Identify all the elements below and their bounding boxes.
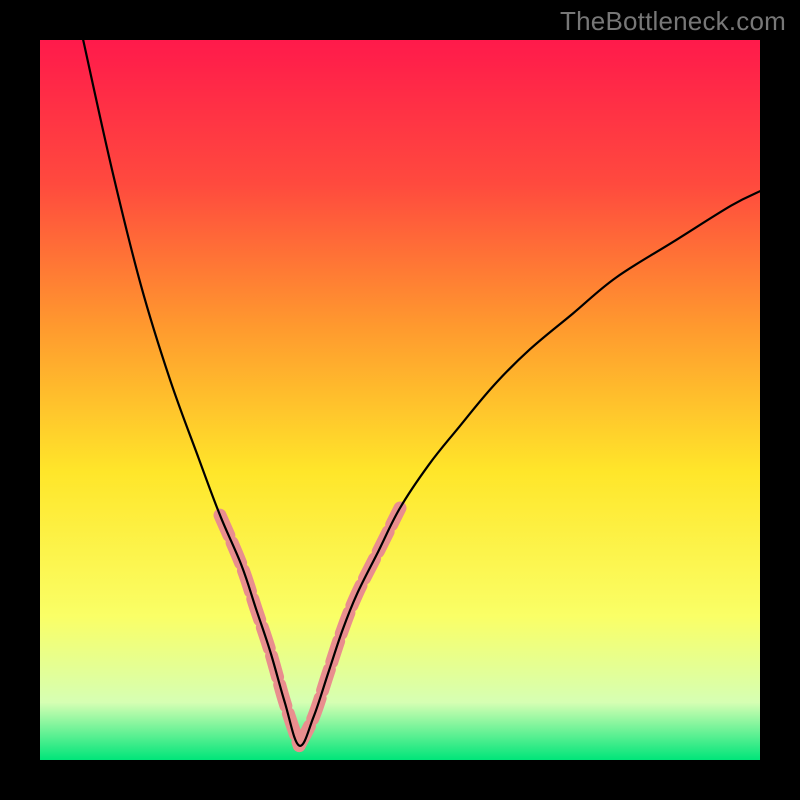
curve-layer: [40, 40, 760, 760]
chart-frame: TheBottleneck.com: [0, 0, 800, 800]
watermark-text: TheBottleneck.com: [560, 6, 786, 37]
bottleneck-curve: [83, 40, 760, 746]
overlay-band: [220, 508, 400, 746]
plot-area: [40, 40, 760, 760]
overlay-segment: [299, 508, 400, 746]
